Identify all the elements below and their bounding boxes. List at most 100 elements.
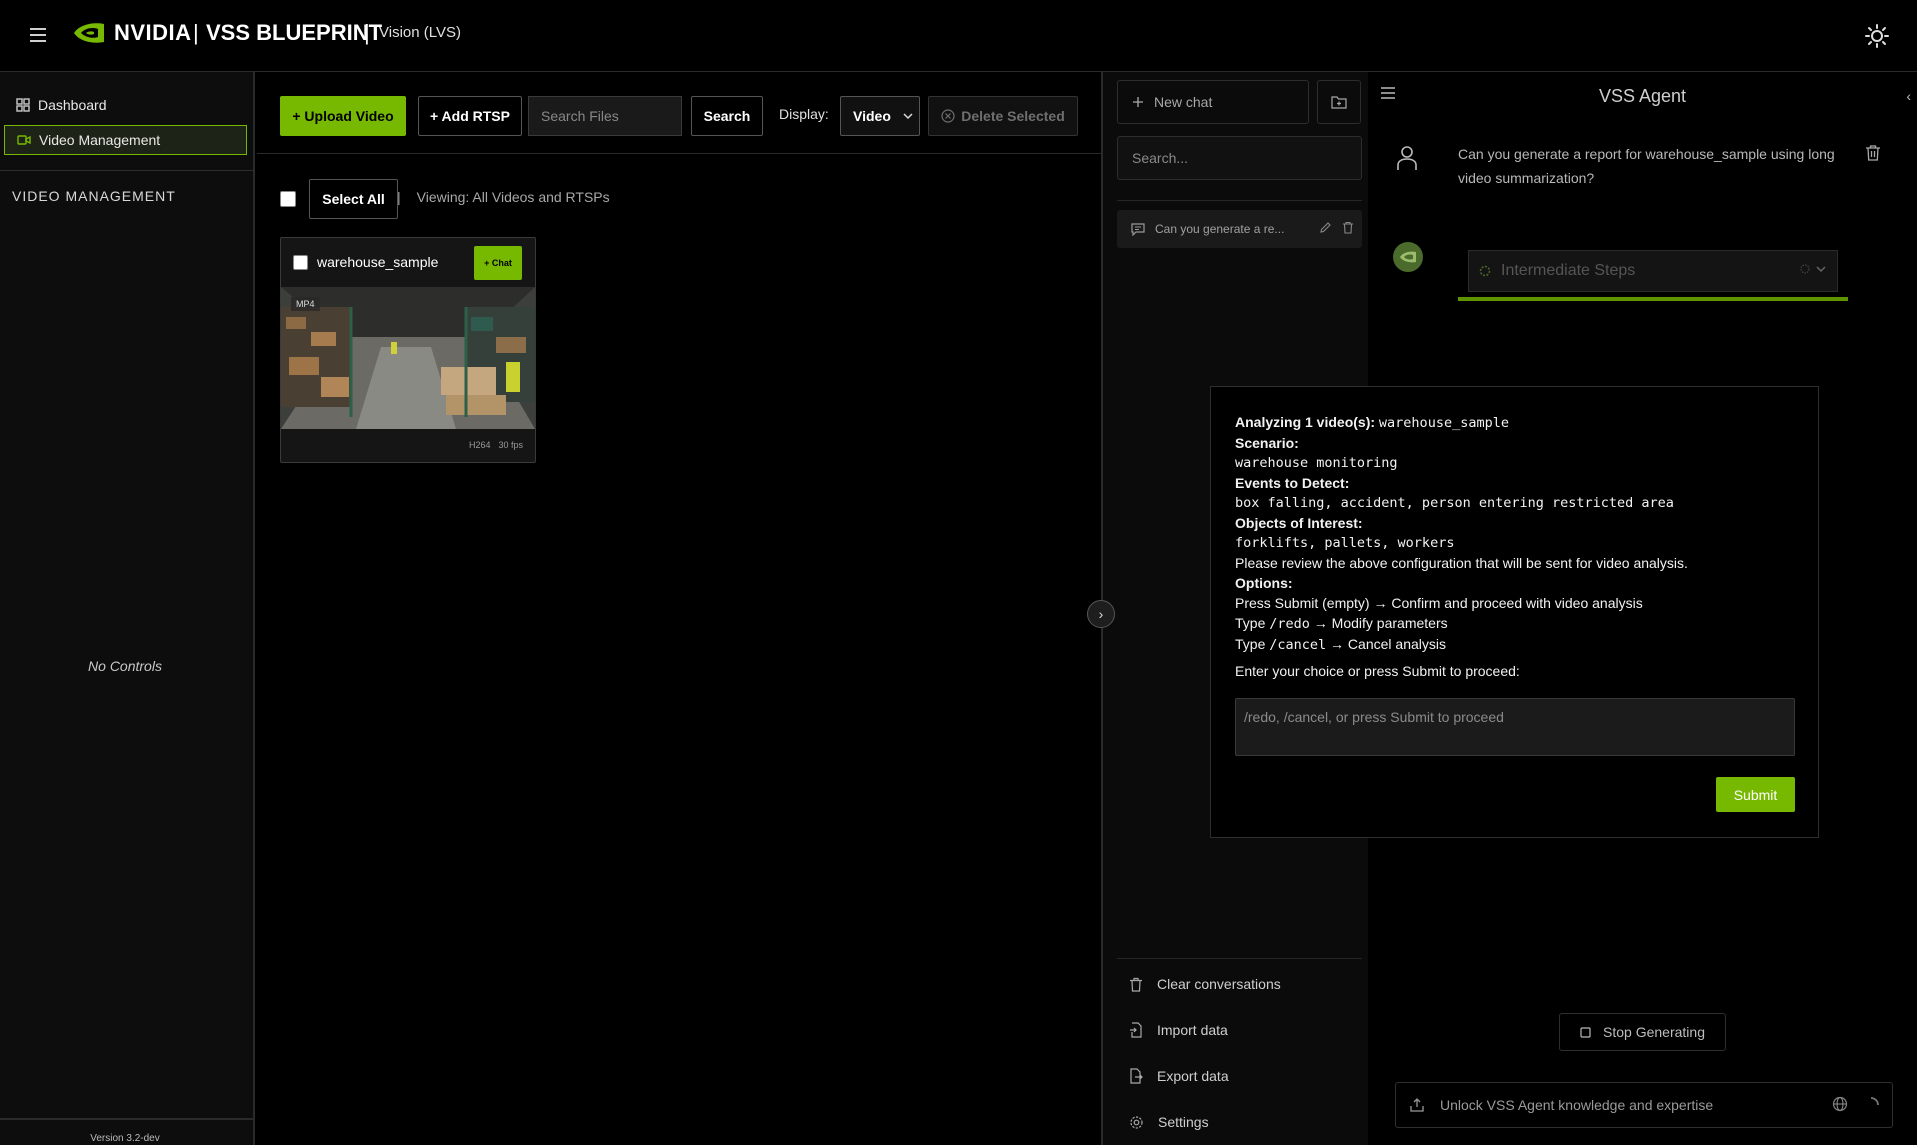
agent-avatar-icon [1393, 242, 1423, 272]
analysis-confirmation-dialog: Analyzing 1 video(s): warehouse_sample S… [1210, 386, 1819, 838]
events-value: box falling, accident, person entering r… [1235, 495, 1674, 511]
title-separator: | [193, 20, 199, 45]
video-thumbnail[interactable]: MP4 [281, 287, 535, 429]
sidebar-item-label: Dashboard [38, 97, 107, 113]
user-message: Can you generate a report for warehouse_… [1458, 146, 1835, 186]
settings-label: Settings [1158, 1114, 1209, 1130]
globe-icon[interactable] [1832, 1096, 1848, 1112]
app-title: VSS BLUEPRINT [206, 20, 383, 45]
dialog-prompt: Enter your choice or press Submit to pro… [1235, 663, 1520, 679]
video-checkbox[interactable] [293, 255, 308, 270]
trash-icon[interactable] [1342, 221, 1354, 234]
options-label: Options: [1235, 575, 1293, 591]
new-folder-button[interactable] [1317, 80, 1361, 124]
sun-icon[interactable] [1863, 22, 1891, 50]
sidebar-divider [0, 170, 255, 171]
import-data-label: Import data [1157, 1022, 1228, 1038]
chevron-down-icon [1799, 263, 1827, 278]
agent-chat-input[interactable]: Unlock VSS Agent knowledge and expertise [1395, 1082, 1893, 1128]
cancel-code: /cancel [1269, 637, 1327, 653]
upload-video-button[interactable]: + Upload Video [280, 96, 406, 136]
file-import-icon [1130, 1022, 1142, 1038]
submit-button[interactable]: Submit [1716, 777, 1795, 812]
chat-sidebar-divider [1117, 200, 1362, 201]
clear-conversations-link[interactable]: Clear conversations [1129, 976, 1281, 992]
codec-label: H264 [468, 440, 491, 450]
viewing-label: Viewing: All Videos and RTSPs [416, 189, 610, 205]
pencil-icon[interactable] [1319, 221, 1332, 234]
select-all-button[interactable]: Select All [309, 179, 398, 219]
delete-selected-button[interactable]: Delete Selected [928, 96, 1078, 136]
scenario-value: warehouse monitoring [1235, 455, 1398, 471]
chevron-left-icon[interactable]: ‹ [1906, 88, 1911, 104]
agent-input-placeholder: Unlock VSS Agent knowledge and expertise [1440, 1097, 1714, 1113]
nvidia-logo: NVIDIA [72, 20, 192, 46]
empty-controls-text: No Controls [88, 658, 162, 674]
analyzing-value: warehouse_sample [1378, 415, 1509, 431]
chat-search-input[interactable]: Search... [1117, 136, 1362, 180]
video-management-panel: + Upload Video + Add RTSP Search Files S… [257, 72, 1101, 1145]
spinner-icon [1870, 1097, 1879, 1106]
export-data-link[interactable]: Export data [1129, 1068, 1229, 1084]
export-data-label: Export data [1157, 1068, 1229, 1084]
menu-icon[interactable] [26, 24, 50, 48]
dialog-body: Analyzing 1 video(s): warehouse_sample S… [1235, 412, 1795, 655]
intermediate-steps-accordion[interactable]: Intermediate Steps [1468, 250, 1838, 292]
title-separator: | [364, 20, 370, 45]
format-badge: MP4 [291, 297, 320, 311]
objects-label: Objects of Interest: [1235, 515, 1363, 531]
stop-generating-button[interactable]: Stop Generating [1559, 1013, 1726, 1051]
trash-icon[interactable] [1865, 144, 1881, 166]
nvidia-eye-icon [74, 23, 104, 43]
toolbar: + Upload Video + Add RTSP Search Files S… [257, 72, 1101, 154]
video-name: warehouse_sample [317, 254, 439, 270]
version-label: Version 3.2-dev [90, 1133, 160, 1144]
stop-generating-label: Stop Generating [1603, 1024, 1705, 1040]
import-data-link[interactable]: Import data [1129, 1022, 1228, 1038]
progress-bar [1458, 297, 1848, 301]
agent-title: VSS Agent [1598, 86, 1687, 106]
settings-link[interactable]: Settings [1129, 1114, 1209, 1130]
sidebar-item-video-management[interactable]: Video Management [4, 125, 247, 155]
conversation-actions [1319, 221, 1354, 234]
add-rtsp-button[interactable]: + Add RTSP [418, 96, 522, 136]
viewing-separator: | [397, 189, 401, 205]
review-text: Please review the above configuration th… [1235, 555, 1688, 571]
close-circle-icon [941, 109, 955, 123]
message-icon [1131, 223, 1145, 236]
chevron-right-icon[interactable]: › [1087, 600, 1115, 628]
folder-plus-icon [1331, 96, 1347, 109]
video-meta: H264 30 fps [469, 440, 523, 450]
events-label: Events to Detect: [1235, 475, 1350, 491]
scenario-label: Scenario: [1235, 435, 1299, 451]
upload-icon[interactable] [1410, 1097, 1424, 1115]
clear-conversations-label: Clear conversations [1157, 976, 1281, 992]
input-actions [1832, 1096, 1880, 1114]
select-row: Select All [280, 179, 398, 219]
fps-label: 30 fps [498, 440, 523, 450]
app-header: NVIDIA | VSS BLUEPRINT | Vision (LVS) [0, 0, 1917, 72]
new-chat-label: New chat [1154, 94, 1213, 110]
gear-icon [1130, 1115, 1143, 1129]
conversation-item[interactable]: Can you generate a re... [1117, 210, 1362, 248]
user-icon [1395, 144, 1419, 177]
new-chat-button[interactable]: New chat [1117, 80, 1309, 124]
chevron-down-icon [903, 113, 913, 120]
sidebar-item-label: Video Management [39, 132, 161, 148]
select-all-checkbox[interactable] [280, 191, 296, 207]
chat-sidebar-bottom-divider [1117, 958, 1362, 959]
analyzing-label: Analyzing 1 video(s): [1235, 414, 1376, 430]
left-sidebar: Dashboard Video Management VIDEO MANAGEM… [0, 72, 255, 1145]
search-button[interactable]: Search [691, 96, 763, 136]
dialog-response-input[interactable]: /redo, /cancel, or press Submit to proce… [1235, 698, 1795, 756]
video-card[interactable]: warehouse_sample + Chat MP4 H264 30 fps [280, 237, 536, 463]
dashboard-icon [16, 98, 30, 112]
video-card-header: warehouse_sample + Chat [281, 238, 535, 286]
stop-icon [1580, 1026, 1591, 1038]
sidebar-item-dashboard[interactable]: Dashboard [4, 90, 247, 120]
redo-code: /redo [1269, 616, 1310, 632]
chat-button[interactable]: + Chat [474, 246, 522, 280]
video-icon [17, 135, 31, 145]
search-files-input[interactable]: Search Files [528, 96, 682, 136]
display-select[interactable]: Video [840, 96, 920, 136]
